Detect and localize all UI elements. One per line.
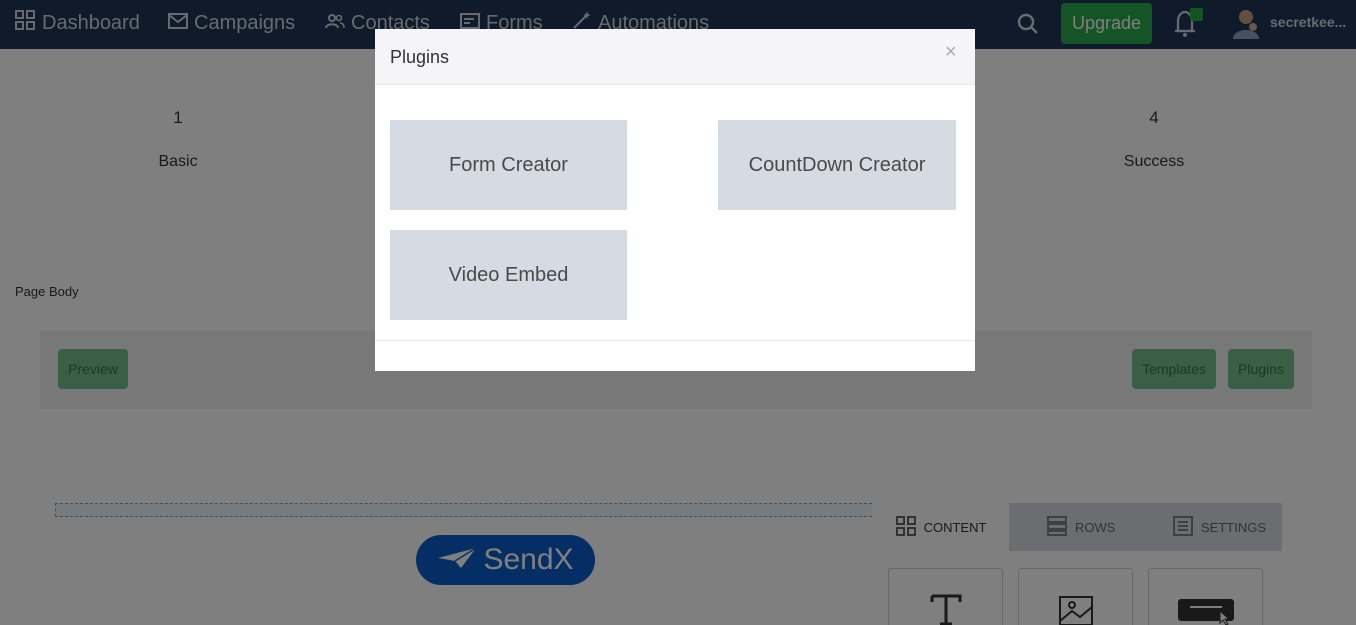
close-icon[interactable]: × [945,41,957,64]
form-creator-card[interactable]: Form Creator [390,120,627,210]
modal-title: Plugins [390,47,450,67]
plugins-modal: Plugins × Form Creator CountDown Creator… [375,29,975,371]
modal-header: Plugins × [375,29,975,85]
countdown-creator-card[interactable]: CountDown Creator [718,120,956,210]
modal-footer [375,340,975,371]
video-embed-card[interactable]: Video Embed [390,230,627,320]
